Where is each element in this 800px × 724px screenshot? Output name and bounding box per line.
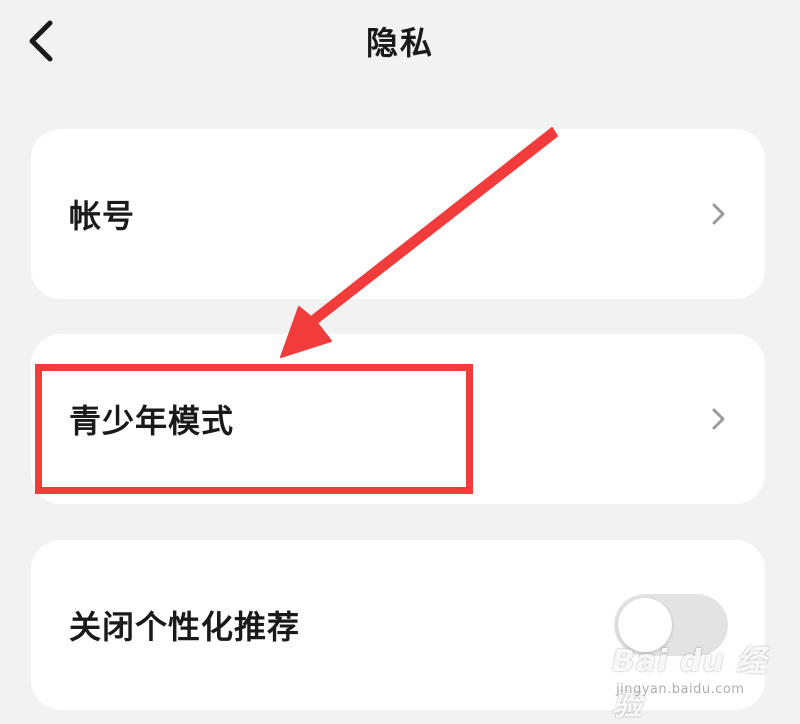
teen-mode-item[interactable]: 青少年模式 — [31, 334, 765, 504]
account-item[interactable]: 帐号 — [31, 129, 765, 299]
page-title: 隐私 — [365, 24, 434, 62]
chevron-right-icon — [712, 203, 725, 225]
personalized-recommendation-item: 关闭个性化推荐 — [31, 540, 765, 710]
header-bar: 隐私 — [0, 0, 800, 90]
teen-mode-label: 青少年模式 — [69, 402, 235, 440]
personalized-recommendation-toggle[interactable] — [614, 594, 728, 656]
chevron-right-icon — [712, 408, 725, 430]
toggle-knob — [618, 598, 672, 652]
account-label: 帐号 — [69, 197, 136, 235]
personalized-recommendation-label: 关闭个性化推荐 — [69, 608, 301, 646]
